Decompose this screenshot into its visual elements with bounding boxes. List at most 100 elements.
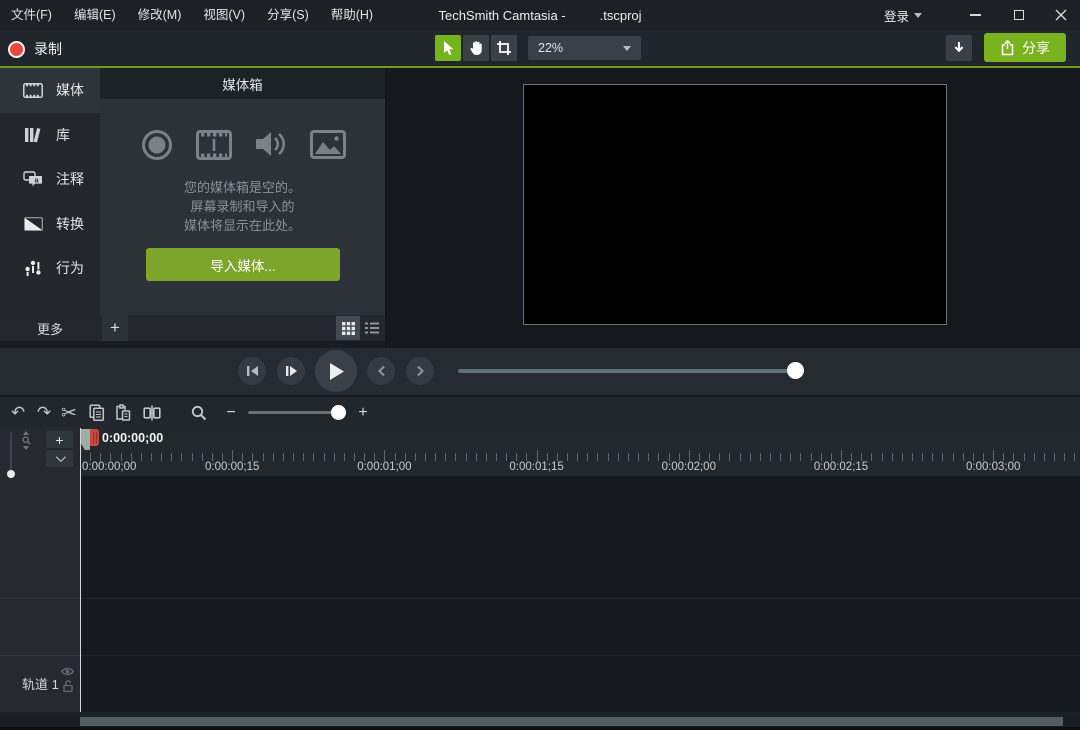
share-label: 分享 — [1022, 38, 1050, 58]
playhead-out-handle[interactable] — [90, 429, 99, 446]
ruler-tick — [1003, 453, 1004, 461]
track-height-zoom-control[interactable] — [20, 431, 32, 450]
playhead-time-label: 0:00:00;00 — [102, 431, 163, 445]
sidebar-item-behaviors[interactable]: 行为 — [0, 246, 100, 291]
ruler-tick — [405, 453, 406, 461]
ruler-tick — [658, 453, 659, 461]
share-button[interactable]: 分享 — [984, 33, 1066, 62]
ruler-tick — [516, 453, 517, 461]
copy-button[interactable] — [84, 397, 110, 428]
track-options-button[interactable] — [46, 450, 73, 467]
menu-help[interactable]: 帮助(H) — [320, 0, 384, 30]
split-button[interactable] — [138, 397, 166, 428]
jump-back-button[interactable] — [367, 357, 395, 385]
window-close-button[interactable] — [1044, 0, 1078, 30]
ruler-tick — [110, 453, 111, 461]
ruler-tick — [912, 453, 913, 461]
plus-icon: + — [110, 318, 120, 338]
zoom-out-arrow-icon — [23, 446, 29, 450]
ruler-tick — [882, 453, 883, 461]
record-button[interactable]: 录制 — [8, 34, 62, 64]
ruler-tick — [932, 453, 933, 461]
menu-file[interactable]: 文件(F) — [0, 0, 63, 30]
undo-button[interactable]: ↶ — [6, 397, 30, 428]
canvas-area — [385, 68, 1080, 348]
play-button[interactable] — [315, 350, 357, 392]
ruler-tick — [273, 453, 274, 461]
ruler-tick — [638, 453, 639, 461]
add-media-button[interactable]: + — [102, 315, 128, 341]
ruler-tick — [100, 453, 101, 461]
film-icon — [196, 130, 232, 160]
ruler-tick — [1013, 453, 1014, 461]
scrollbar-thumb[interactable] — [80, 717, 1063, 726]
timeline-zoom-slider-thumb[interactable] — [331, 405, 346, 420]
next-frame-button[interactable] — [277, 357, 305, 385]
plus-icon: + — [55, 432, 63, 448]
sidebar-item-media[interactable]: 媒体 — [0, 68, 100, 113]
grid-view-button[interactable] — [336, 316, 360, 340]
timeline-ruler[interactable]: 0:00:00;000:00:00;150:00:01;000:00:01;15… — [80, 428, 1080, 476]
timeline-zoom-in-button[interactable]: + — [354, 397, 372, 428]
previous-frame-button[interactable] — [238, 357, 266, 385]
list-view-button[interactable] — [360, 316, 384, 340]
crop-tool-button[interactable] — [491, 35, 517, 61]
media-bin-title: 媒体箱 — [222, 74, 263, 94]
playhead-line[interactable] — [80, 428, 82, 712]
window-title-ext: .tscproj — [600, 8, 642, 23]
sidebar-more-button[interactable]: 更多 — [0, 315, 100, 341]
ruler-tick — [973, 453, 974, 461]
track-controls — [61, 667, 74, 692]
ruler-tick — [131, 453, 132, 461]
cut-button[interactable]: ✂ — [56, 397, 82, 428]
ruler-tick — [953, 453, 954, 461]
window-maximize-button[interactable] — [1002, 0, 1036, 30]
playback-scrubber-thumb[interactable] — [787, 362, 804, 379]
add-track-button[interactable]: + — [46, 431, 73, 448]
canvas-zoom-dropdown[interactable]: 22% — [528, 36, 641, 60]
download-button[interactable] — [946, 35, 972, 61]
eye-icon[interactable] — [61, 667, 74, 676]
ruler-time-label: 0:00:01;15 — [509, 461, 563, 473]
pan-tool-button[interactable] — [463, 35, 489, 61]
track-1-header[interactable]: 轨道 1 — [0, 655, 80, 712]
timeline-zoom-out-button[interactable]: − — [222, 397, 240, 428]
paste-button[interactable] — [110, 397, 136, 428]
ruler-tick — [313, 453, 314, 461]
ruler-tick — [648, 453, 649, 461]
ruler-tick — [770, 453, 771, 461]
track-height-slider-thumb[interactable] — [7, 470, 15, 478]
ruler-time-label: 0:00:00;00 — [82, 461, 136, 473]
ruler-tick — [202, 453, 203, 461]
sidebar-item-transitions[interactable]: 转换 — [0, 202, 100, 247]
timeline-tracks[interactable] — [80, 476, 1080, 712]
import-media-button[interactable]: 导入媒体... — [146, 248, 340, 281]
playback-controls: 00:00 / 00:00 30 fps 属性 — [0, 348, 1080, 395]
menu-modify[interactable]: 修改(M) — [127, 0, 193, 30]
ruler-tick — [679, 453, 680, 461]
transition-icon — [22, 217, 44, 231]
redo-button[interactable]: ↷ — [32, 397, 56, 428]
sidebar-item-label: 库 — [56, 125, 70, 145]
playback-scrubber-track[interactable] — [458, 369, 800, 373]
timeline-zoom-slider-track[interactable] — [248, 411, 344, 414]
sidebar-item-library[interactable]: 库 — [0, 113, 100, 158]
sign-in-menu[interactable]: 登录 — [884, 0, 922, 30]
menu-edit[interactable]: 编辑(E) — [63, 0, 127, 30]
ruler-tick — [740, 453, 741, 461]
ruler-tick — [496, 453, 497, 461]
menu-view[interactable]: 视图(V) — [192, 0, 256, 30]
window-minimize-button[interactable] — [958, 0, 992, 30]
jump-forward-button[interactable] — [406, 357, 434, 385]
playhead-in-handle[interactable] — [80, 429, 90, 450]
menu-share[interactable]: 分享(S) — [256, 0, 320, 30]
select-tool-button[interactable] — [435, 35, 461, 61]
copy-icon — [89, 404, 105, 421]
ruler-tick — [587, 453, 588, 461]
video-preview-canvas[interactable] — [523, 84, 947, 325]
sidebar-item-annotations[interactable]: a 注释 — [0, 157, 100, 202]
lock-open-icon[interactable] — [63, 680, 73, 692]
ruler-tick — [1074, 453, 1075, 461]
ruler-tick — [181, 453, 182, 461]
ruler-tick — [750, 453, 751, 461]
